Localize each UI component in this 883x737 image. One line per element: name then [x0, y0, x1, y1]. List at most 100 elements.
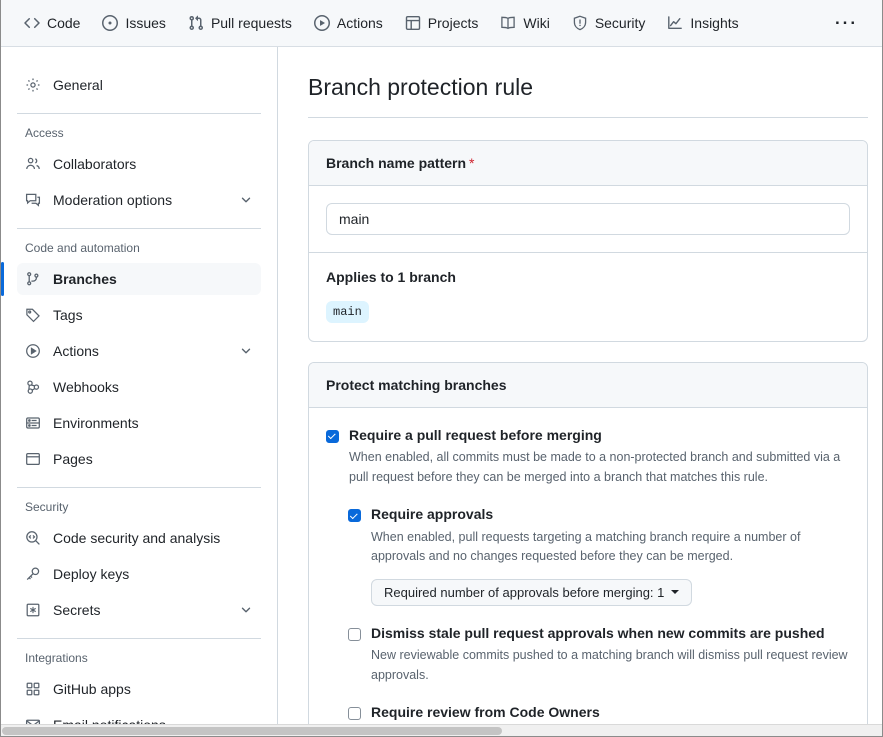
codescan-icon [25, 530, 41, 546]
option-dismiss-stale-approvals: Dismiss stale pull request approvals whe… [348, 624, 850, 685]
repo-nav-item-code[interactable]: Code [15, 9, 89, 37]
repo-nav-item-issues[interactable]: Issues [93, 9, 174, 37]
horizontal-scrollbar[interactable] [1, 724, 882, 736]
key-icon [25, 566, 41, 582]
sidebar-item-environments[interactable]: Environments [17, 407, 261, 439]
repo-nav-label: Pull requests [211, 15, 292, 31]
sidebar-item-label: General [53, 77, 253, 93]
checkbox-require-pull-request[interactable] [326, 430, 339, 443]
mail-icon [25, 717, 41, 724]
protection-options-list: Require a pull request before merging Wh… [309, 408, 867, 724]
gear-icon [25, 77, 41, 93]
sidebar-item-tags[interactable]: Tags [17, 299, 261, 331]
book-icon [500, 15, 516, 31]
table-icon [405, 15, 421, 31]
repo-nav-label: Insights [690, 15, 738, 31]
browser-icon [25, 451, 41, 467]
sidebar-item-actions[interactable]: Actions [17, 335, 261, 367]
sidebar-item-code-security-and-analysis[interactable]: Code security and analysis [17, 522, 261, 554]
checkbox-require-approvals[interactable] [348, 509, 361, 522]
sidebar-item-label: Tags [53, 307, 253, 323]
repo-nav-item-security[interactable]: Security [563, 9, 655, 37]
page-title: Branch protection rule [308, 73, 868, 103]
option-title[interactable]: Dismiss stale pull request approvals whe… [371, 624, 850, 644]
sidebar-item-label: Email notifications [53, 717, 253, 724]
applies-to-label: Applies to 1 branch [326, 269, 850, 285]
sidebar-item-moderation-options[interactable]: Moderation options [17, 184, 261, 216]
title-divider [308, 117, 868, 118]
repo-nav-item-insights[interactable]: Insights [658, 9, 747, 37]
option-description: New reviewable commits pushed to a match… [371, 646, 850, 685]
main-content: Branch protection rule Branch name patte… [278, 47, 882, 724]
repo-nav-label: Code [47, 15, 80, 31]
sidebar-heading-code-and-automation: Code and automation [25, 241, 261, 255]
option-description: When enabled, pull requests targeting a … [371, 528, 850, 567]
sidebar-item-label: Secrets [53, 602, 227, 618]
repo-nav-item-projects[interactable]: Projects [396, 9, 488, 37]
sidebar-item-label: Environments [53, 415, 253, 431]
branch-name-pattern-input[interactable] [326, 203, 850, 235]
sidebar-heading-integrations: Integrations [25, 651, 261, 665]
chevron-down-icon [239, 344, 253, 358]
branch-name-pattern-panel: Branch name pattern* Applies to 1 branch… [308, 140, 868, 342]
server-icon [25, 415, 41, 431]
repo-nav-item-wiki[interactable]: Wiki [491, 9, 558, 37]
sidebar-heading-security: Security [25, 500, 261, 514]
repo-nav-label: Actions [337, 15, 383, 31]
play-icon [25, 343, 41, 359]
sidebar-item-label: Deploy keys [53, 566, 253, 582]
graph-icon [667, 15, 683, 31]
repo-nav-label: Issues [125, 15, 165, 31]
code-icon [24, 15, 40, 31]
branch-chip[interactable]: main [326, 301, 369, 323]
sidebar-item-collaborators[interactable]: Collaborators [17, 148, 261, 180]
chevron-down-icon [671, 590, 679, 594]
git-branch-icon [25, 271, 41, 287]
sidebar-item-pages[interactable]: Pages [17, 443, 261, 475]
tag-icon [25, 307, 41, 323]
option-require-pull-request: Require a pull request before merging Wh… [326, 426, 850, 487]
sidebar-item-label: Moderation options [53, 192, 227, 208]
settings-sidebar: General Access Collaborators Moderation … [1, 47, 278, 724]
required-approvals-select[interactable]: Required number of approvals before merg… [371, 579, 692, 606]
sidebar-item-label: Branches [53, 271, 253, 287]
repo-nav-label: Wiki [523, 15, 549, 31]
chevron-down-icon [239, 193, 253, 207]
chevron-down-icon [239, 603, 253, 617]
repo-nav-label: Security [595, 15, 646, 31]
sidebar-item-general[interactable]: General [17, 69, 261, 101]
sidebar-divider [17, 638, 261, 639]
comment-discussion-icon [25, 192, 41, 208]
repo-nav-bar: Code Issues Pull requests Actions Projec… [1, 0, 882, 47]
sidebar-divider [17, 113, 261, 114]
sidebar-item-github-apps[interactable]: GitHub apps [17, 673, 261, 705]
protect-matching-branches-panel: Protect matching branches Require a pull… [308, 362, 868, 724]
horizontal-scrollbar-thumb[interactable] [2, 727, 502, 735]
sidebar-divider [17, 487, 261, 488]
sidebar-item-deploy-keys[interactable]: Deploy keys [17, 558, 261, 590]
play-icon [314, 15, 330, 31]
sidebar-item-label: Code security and analysis [53, 530, 253, 546]
checkbox-dismiss-stale-approvals[interactable] [348, 628, 361, 641]
repo-nav-item-pull-requests[interactable]: Pull requests [179, 9, 301, 37]
sidebar-item-secrets[interactable]: Secrets [17, 594, 261, 626]
sidebar-item-label: Webhooks [53, 379, 253, 395]
sidebar-item-label: GitHub apps [53, 681, 253, 697]
option-title[interactable]: Require approvals [371, 505, 850, 525]
option-require-approvals: Require approvals When enabled, pull req… [348, 505, 850, 605]
sidebar-item-email-notifications[interactable]: Email notifications [17, 709, 261, 724]
option-require-code-owner-review: Require review from Code Owners Require … [348, 703, 850, 724]
checkbox-require-code-owner-review[interactable] [348, 707, 361, 720]
sidebar-heading-access: Access [25, 126, 261, 140]
branch-name-pattern-body [309, 186, 867, 252]
sidebar-divider [17, 228, 261, 229]
repo-nav-more-button[interactable]: ··· [829, 11, 864, 36]
sidebar-item-label: Collaborators [53, 156, 253, 172]
repo-nav-item-actions[interactable]: Actions [305, 9, 392, 37]
option-title[interactable]: Require review from Code Owners [371, 703, 850, 723]
option-title[interactable]: Require a pull request before merging [349, 426, 850, 446]
sidebar-item-webhooks[interactable]: Webhooks [17, 371, 261, 403]
content-split: General Access Collaborators Moderation … [1, 47, 882, 724]
protect-matching-branches-heading: Protect matching branches [309, 363, 867, 408]
sidebar-item-branches[interactable]: Branches [17, 263, 261, 295]
